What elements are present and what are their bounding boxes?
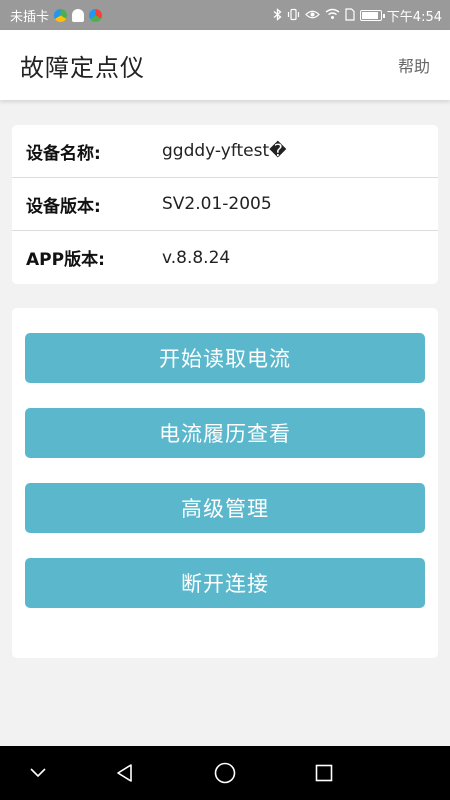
help-button[interactable]: 帮助: [398, 53, 430, 77]
back-icon[interactable]: [95, 746, 155, 800]
current-history-button[interactable]: 电流履历查看: [25, 408, 425, 458]
status-bar-right: 下午4:54: [273, 6, 442, 25]
app-version-label: APP版本:: [26, 250, 105, 270]
disconnect-button[interactable]: 断开连接: [25, 558, 425, 608]
device-name-value: ggddy-yftest�: [162, 141, 287, 161]
app-version-value: v.8.8.24: [162, 247, 231, 268]
device-version-value: SV2.01-2005: [162, 194, 272, 214]
app-version-row: APP版本: v.8.8.24: [12, 231, 438, 284]
device-info-card: 设备名称: ggddy-yftest� 设备版本: SV2.01-2005 AP…: [12, 125, 438, 284]
actions-card: 开始读取电流 电流履历查看 高级管理 断开连接: [12, 308, 438, 658]
device-version-row: 设备版本: SV2.01-2005: [12, 178, 438, 231]
start-read-current-button[interactable]: 开始读取电流: [25, 333, 425, 383]
status-time: 下午4:54: [386, 9, 442, 25]
app-notification-icon: [54, 8, 68, 22]
wifi-icon: [325, 8, 340, 22]
battery-icon: [359, 9, 385, 21]
system-nav-bar: [0, 746, 450, 800]
bluetooth-icon: [273, 7, 282, 23]
vibrate-icon: [287, 8, 300, 23]
status-bar-left: 未插卡: [10, 6, 103, 25]
device-name-row: 设备名称: ggddy-yftest�: [12, 125, 438, 178]
status-bar: 未插卡 下午4:54: [0, 0, 450, 30]
chevron-down-icon[interactable]: [8, 746, 68, 800]
page-title: 故障定点仪: [20, 53, 145, 82]
recent-apps-icon[interactable]: [294, 746, 354, 800]
browser-notification-icon: [89, 8, 103, 22]
carrier-text: 未插卡: [10, 9, 50, 25]
screen: 未插卡 下午4:54 故障定点仪 帮助 设备名称: ggddy-yftest� …: [0, 0, 450, 800]
sim-icon: [345, 7, 355, 23]
device-name-label: 设备名称:: [26, 143, 101, 164]
device-version-label: 设备版本:: [26, 196, 101, 217]
eye-icon: [304, 9, 320, 22]
advanced-management-button[interactable]: 高级管理: [25, 483, 425, 533]
home-icon[interactable]: [195, 746, 255, 800]
app-bar: 故障定点仪 帮助: [0, 30, 450, 100]
qq-notification-icon: [72, 8, 85, 22]
